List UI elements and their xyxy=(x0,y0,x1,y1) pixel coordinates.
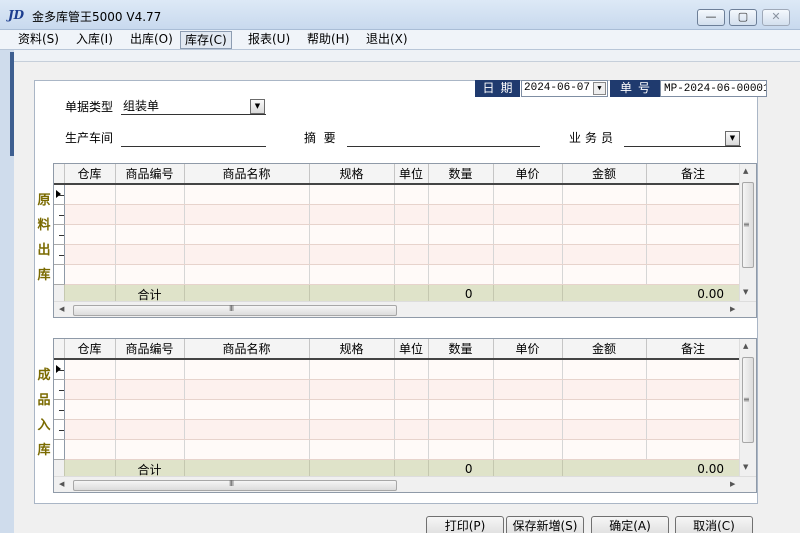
doc-type-dropdown-icon[interactable]: ▼ xyxy=(250,99,265,114)
row-indicator-header xyxy=(54,164,65,185)
table-row[interactable] xyxy=(54,359,741,380)
col-header-warehouse[interactable]: 仓库 xyxy=(64,164,116,185)
close-icon: ✕ xyxy=(771,10,781,23)
col-header-remark[interactable]: 备注 xyxy=(646,339,741,360)
finished-product-grid[interactable]: 仓库 商品编号 商品名称 规格 单位 数量 单价 金额 备注 合计 0 0.00… xyxy=(53,338,757,493)
col-header-product-code[interactable]: 商品编号 xyxy=(115,339,185,360)
col-header-warehouse[interactable]: 仓库 xyxy=(64,339,116,360)
title-bar: JD 金多库管王5000 V4.77 — ▢ ✕ xyxy=(0,0,800,30)
col-header-amount[interactable]: 金额 xyxy=(562,164,647,185)
scroll-down-icon[interactable]: ▼ xyxy=(743,288,748,296)
current-row-arrow-icon xyxy=(56,365,61,373)
doc-type-value: 组装单 xyxy=(123,99,160,113)
menu-item-exit[interactable]: 退出(X) xyxy=(362,31,412,49)
scroll-left-icon[interactable]: ◀ xyxy=(59,305,64,313)
window-title: 金多库管王5000 V4.77 xyxy=(32,10,162,24)
horizontal-scrollbar[interactable]: ◀ III ▶ xyxy=(54,301,756,317)
print-button[interactable]: 打印(P) xyxy=(426,516,504,533)
number-field[interactable]: MP-2024-06-00001 xyxy=(660,80,767,97)
dropdown-arrow-icon[interactable]: ▼ xyxy=(593,82,606,95)
menu-item-stock-out[interactable]: 出库(O) xyxy=(126,31,177,49)
menu-item-reports[interactable]: 报表(U) xyxy=(244,31,294,49)
menu-item-help[interactable]: 帮助(H) xyxy=(303,31,353,49)
col-header-unit-price[interactable]: 单价 xyxy=(493,164,563,185)
scroll-right-icon[interactable]: ▶ xyxy=(730,305,735,313)
row-indicator xyxy=(54,359,65,380)
table-row[interactable] xyxy=(54,204,741,225)
current-row-arrow-icon xyxy=(56,190,61,198)
doc-type-label: 单据类型 xyxy=(65,100,114,114)
save-new-button[interactable]: 保存新増(S) xyxy=(506,516,584,533)
doc-type-select[interactable]: 组装单 xyxy=(121,99,266,115)
col-header-remark[interactable]: 备注 xyxy=(646,164,741,185)
col-header-quantity[interactable]: 数量 xyxy=(428,339,494,360)
vertical-scrollbar[interactable]: ▲ ≡ ▼ xyxy=(739,339,756,476)
summary-input[interactable] xyxy=(347,131,540,147)
salesman-dropdown-icon[interactable]: ▼ xyxy=(725,131,740,146)
ok-button[interactable]: 确定(A) xyxy=(591,516,669,533)
scroll-grip-icon: III xyxy=(229,479,234,488)
scroll-grip-icon: ≡ xyxy=(743,395,750,404)
scroll-thumb[interactable] xyxy=(73,305,397,316)
menu-item-inventory[interactable]: 库存(C) xyxy=(180,31,232,49)
col-header-amount[interactable]: 金额 xyxy=(562,339,647,360)
workshop-input[interactable] xyxy=(121,131,266,147)
col-header-spec[interactable]: 规格 xyxy=(309,164,395,185)
salesman-input[interactable] xyxy=(624,131,741,147)
scroll-up-icon[interactable]: ▲ xyxy=(743,342,748,350)
col-header-unit[interactable]: 单位 xyxy=(394,339,429,360)
menu-bar: 资料(S) 入库(I) 出库(O) 库存(C) 报表(U) 帮助(H) 退出(X… xyxy=(0,30,800,50)
scroll-grip-icon: III xyxy=(229,304,234,313)
col-header-spec[interactable]: 规格 xyxy=(309,339,395,360)
raw-material-grid[interactable]: 仓库 商品编号 商品名称 规格 单位 数量 单价 金额 备注 合计 0 0.00… xyxy=(53,163,757,318)
table-row[interactable] xyxy=(54,264,741,285)
scroll-up-icon[interactable]: ▲ xyxy=(743,167,748,175)
scroll-right-icon[interactable]: ▶ xyxy=(730,480,735,488)
scroll-grip-icon: ≡ xyxy=(743,220,750,229)
table-row[interactable] xyxy=(54,379,741,400)
date-field[interactable]: 2024-06-07 ▼ xyxy=(521,80,608,97)
minimize-icon: — xyxy=(705,10,717,23)
menu-item-data[interactable]: 资料(S) xyxy=(14,31,63,49)
cancel-button[interactable]: 取消(C) xyxy=(675,516,753,533)
date-value: 2024-06-07 xyxy=(524,82,591,94)
scroll-thumb[interactable] xyxy=(73,480,397,491)
scroll-down-icon[interactable]: ▼ xyxy=(743,463,748,471)
vertical-scrollbar[interactable]: ▲ ≡ ▼ xyxy=(739,164,756,301)
scroll-left-icon[interactable]: ◀ xyxy=(59,480,64,488)
dialog-caption xyxy=(14,50,800,62)
row-indicator xyxy=(54,184,65,205)
table-row[interactable] xyxy=(54,399,741,420)
horizontal-scrollbar[interactable]: ◀ III ▶ xyxy=(54,476,756,492)
col-header-product-name[interactable]: 商品名称 xyxy=(184,164,310,185)
maximize-button[interactable]: ▢ xyxy=(729,9,757,26)
minimize-button[interactable]: — xyxy=(697,9,725,26)
number-label: 单号 xyxy=(610,80,660,97)
maximize-icon: ▢ xyxy=(737,10,749,23)
date-label: 日期 xyxy=(475,80,520,97)
summary-label: 摘 要 xyxy=(304,131,336,145)
col-header-unit-price[interactable]: 单价 xyxy=(493,339,563,360)
menu-item-stock-in[interactable]: 入库(I) xyxy=(72,31,117,49)
col-header-unit[interactable]: 单位 xyxy=(394,164,429,185)
table-row[interactable] xyxy=(54,244,741,265)
raw-material-out-label: 原 料 出 库 xyxy=(37,193,51,283)
close-button[interactable]: ✕ xyxy=(762,9,790,26)
table-row[interactable] xyxy=(54,439,741,460)
col-header-product-name[interactable]: 商品名称 xyxy=(184,339,310,360)
table-row[interactable] xyxy=(54,224,741,245)
finished-product-in-label: 成 品 入 库 xyxy=(37,368,51,458)
table-row[interactable] xyxy=(54,184,741,205)
col-header-product-code[interactable]: 商品编号 xyxy=(115,164,185,185)
row-indicator-header xyxy=(54,339,65,360)
app-logo: JD xyxy=(8,8,25,22)
col-header-quantity[interactable]: 数量 xyxy=(428,164,494,185)
salesman-label: 业务员 xyxy=(569,131,618,145)
table-row[interactable] xyxy=(54,419,741,440)
workshop-label: 生产车间 xyxy=(65,131,114,145)
